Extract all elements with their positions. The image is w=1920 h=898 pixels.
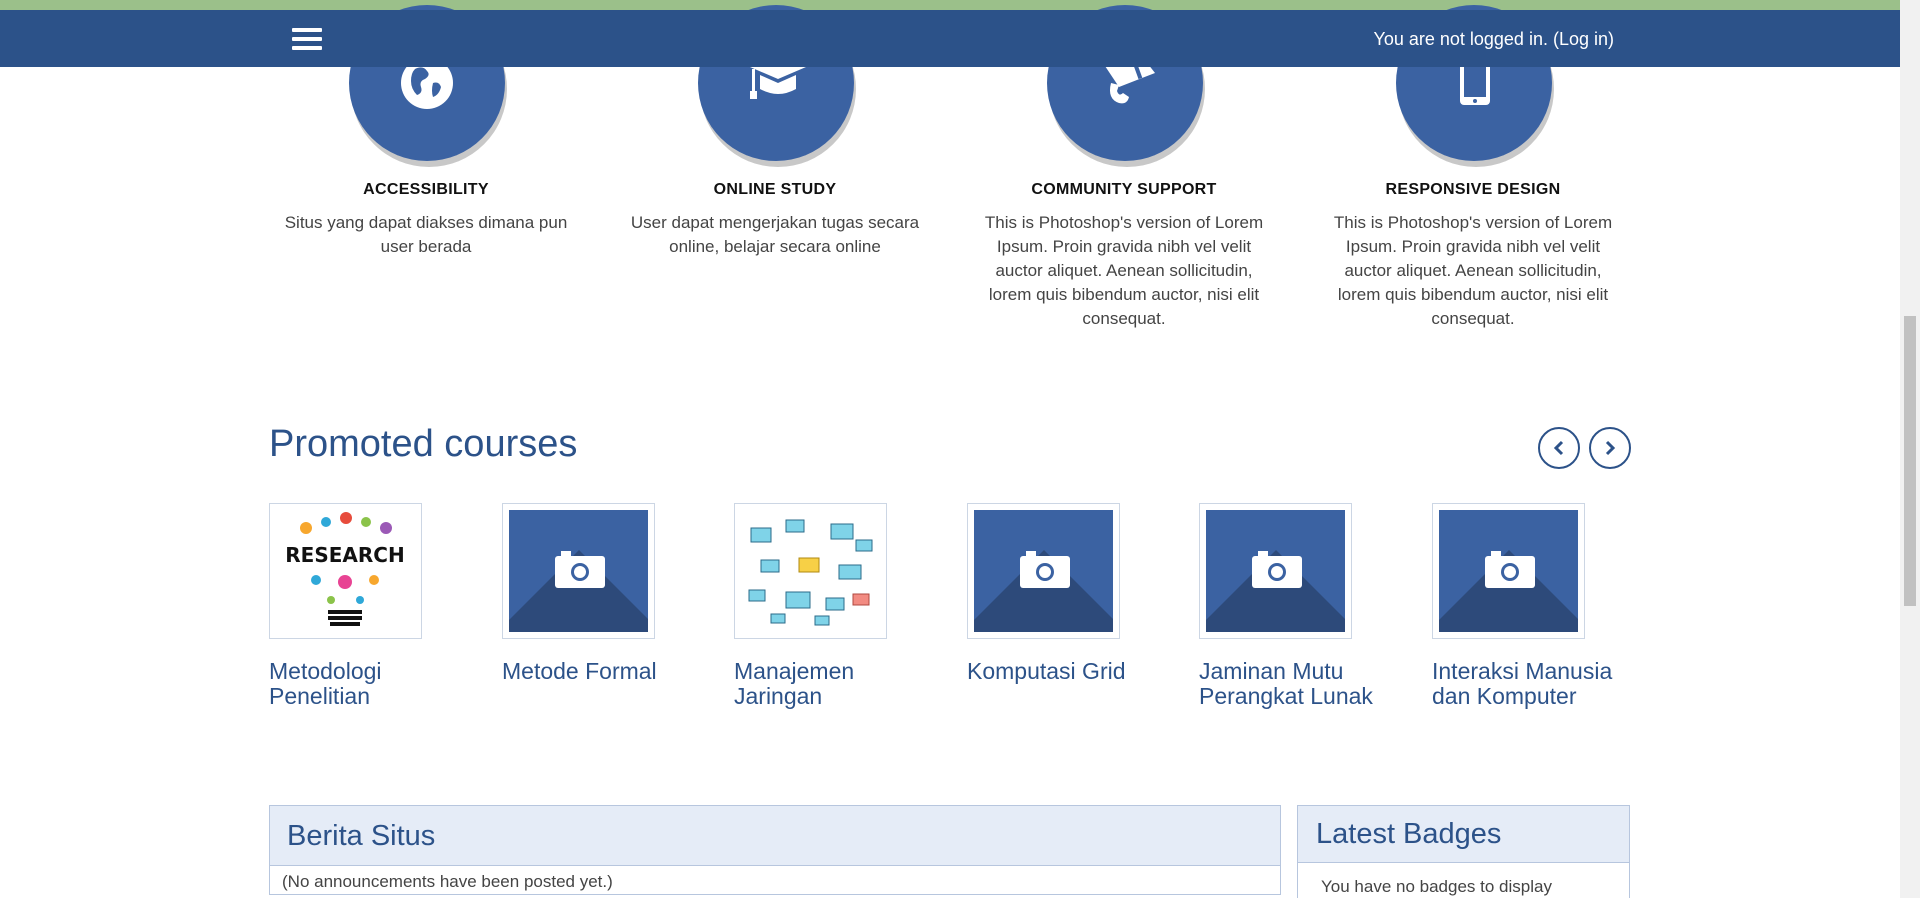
course-name[interactable]: Metodologi Penelitian [269, 659, 469, 709]
latest-badges-title: Latest Badges [1316, 818, 1502, 850]
feature-title: ONLINE STUDY [713, 181, 837, 198]
latest-badges-empty-text: You have no badges to display [1321, 877, 1552, 896]
course-card[interactable]: Manajemen Jaringan [734, 503, 934, 709]
course-card[interactable]: Metode Formal [502, 503, 702, 684]
course-image[interactable] [502, 503, 655, 639]
site-news-block: Berita Situs (No announcements have been… [269, 805, 1281, 895]
course-image[interactable] [1432, 503, 1585, 639]
course-name[interactable]: Interaksi Manusia dan Komputer [1432, 659, 1632, 709]
course-image[interactable] [967, 503, 1120, 639]
feature-description: Situs yang dapat diakses dimana pun user… [284, 213, 568, 256]
research-illustration: RESEARCH [276, 510, 415, 632]
hamburger-menu-icon[interactable] [292, 28, 322, 52]
camera-placeholder-icon [1485, 551, 1535, 588]
camera-placeholder [1439, 510, 1578, 632]
course-image[interactable]: RESEARCH [269, 503, 422, 639]
feature-description: This is Photoshop's version of Lorem Ips… [1333, 213, 1613, 328]
feature-title: RESPONSIVE DESIGN [1385, 181, 1561, 198]
feature-description: This is Photoshop's version of Lorem Ips… [984, 213, 1264, 328]
carousel-next-button[interactable] [1589, 427, 1631, 469]
course-name[interactable]: Komputasi Grid [967, 659, 1167, 684]
course-card[interactable]: Komputasi Grid [967, 503, 1167, 684]
block-header: Berita Situs [270, 806, 1280, 866]
page-scrollbar[interactable] [1900, 0, 1920, 898]
course-name[interactable]: Jaminan Mutu Perangkat Lunak [1199, 659, 1399, 709]
research-text: RESEARCH [285, 543, 404, 567]
login-status-prefix: You are not logged in. ( [1373, 29, 1559, 49]
course-card[interactable]: Jaminan Mutu Perangkat Lunak [1199, 503, 1399, 709]
site-news-empty-text: (No announcements have been posted yet.) [282, 872, 613, 891]
login-link[interactable]: Log in [1559, 29, 1608, 49]
feature-title: ACCESSIBILITY [363, 181, 489, 198]
camera-placeholder-icon [1252, 551, 1302, 588]
camera-placeholder [974, 510, 1113, 632]
top-accent-strip [0, 0, 1900, 10]
feature-title: COMMUNITY SUPPORT [1031, 181, 1217, 198]
latest-badges-block: Latest Badges You have no badges to disp… [1297, 805, 1630, 898]
course-image[interactable] [734, 503, 887, 639]
login-status: You are not logged in. (Log in) [1373, 29, 1614, 50]
camera-placeholder-icon [555, 551, 605, 588]
course-name[interactable]: Manajemen Jaringan [734, 659, 934, 709]
site-news-title: Berita Situs [287, 820, 436, 852]
feature-description: User dapat mengerjakan tugas secara onli… [630, 213, 920, 256]
chevron-left-icon [1553, 440, 1564, 456]
camera-placeholder [509, 510, 648, 632]
scrollbar-thumb[interactable] [1904, 316, 1916, 606]
block-header: Latest Badges [1298, 806, 1629, 863]
course-card[interactable]: RESEARCH Metodologi Penelitian [269, 503, 469, 709]
network-devices-illustration [741, 510, 880, 632]
navbar: You are not logged in. (Log in) [0, 10, 1900, 67]
chevron-right-icon [1605, 440, 1616, 456]
login-status-suffix: ) [1608, 29, 1614, 49]
course-image[interactable] [1199, 503, 1352, 639]
carousel-prev-button[interactable] [1538, 427, 1580, 469]
camera-placeholder [1206, 510, 1345, 632]
camera-placeholder-icon [1020, 551, 1070, 588]
course-name[interactable]: Metode Formal [502, 659, 702, 684]
course-card[interactable]: Interaksi Manusia dan Komputer [1432, 503, 1632, 709]
promoted-courses-title: Promoted courses [269, 423, 578, 465]
